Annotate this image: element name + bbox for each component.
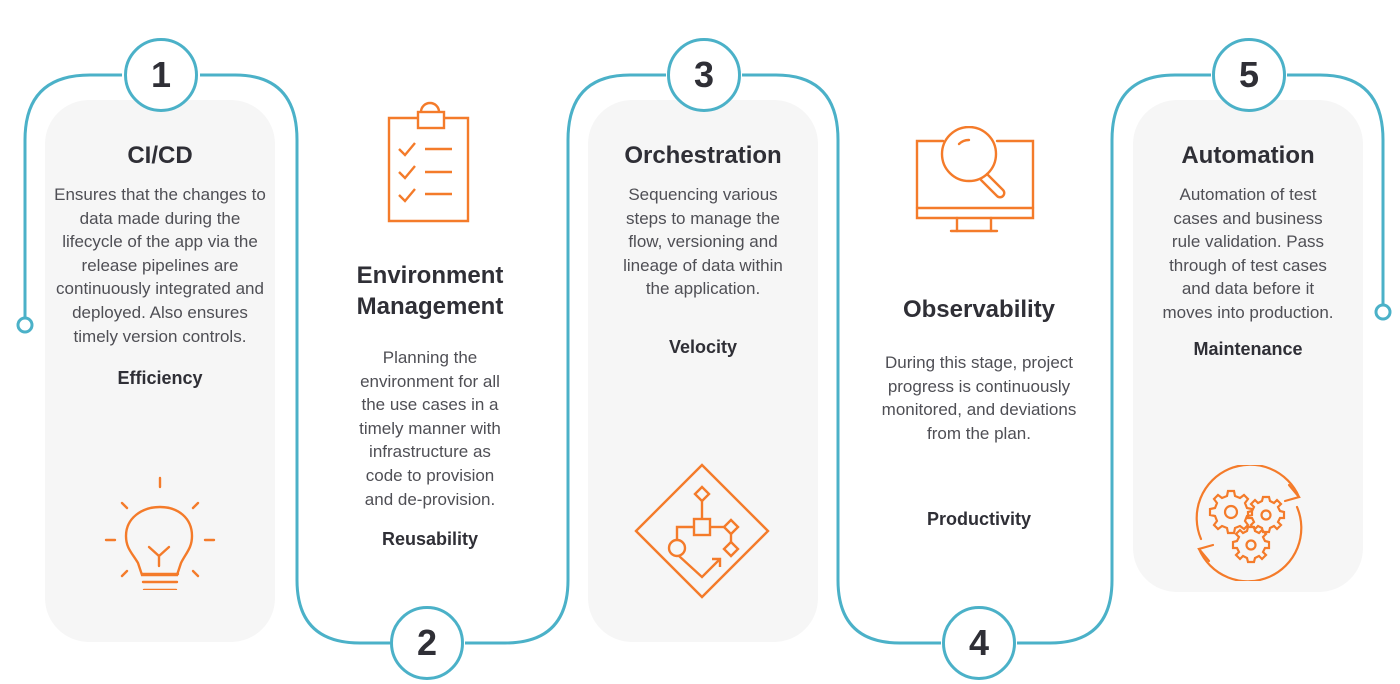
stage-1: CI/CD Ensures that the changes to data m… [45, 140, 275, 389]
gear-small-bottom [1231, 525, 1271, 564]
stage-3-title: Orchestration [624, 142, 782, 169]
gear-large [1208, 489, 1254, 535]
stage-1-number-badge: 1 [124, 38, 198, 112]
stage-4-title: Observability [902, 296, 1056, 323]
stage-5: Automation Automation of test cases and … [1133, 140, 1363, 360]
monitor-magnifier-icon [913, 126, 1037, 236]
stage-3-value: Velocity [668, 336, 738, 357]
stage-5-number-badge: 5 [1212, 38, 1286, 112]
stage-3-number-badge: 3 [667, 38, 741, 112]
connector-end-dot [1374, 303, 1392, 321]
stage-1-description: Ensures that the changes to data made du… [54, 185, 266, 346]
gears-cycle-icon [1191, 465, 1307, 581]
stage-2-number-badge: 2 [390, 606, 464, 680]
stage-1-title: CI/CD [127, 142, 193, 169]
stage-4-description: During this stage, project progress is c… [881, 353, 1077, 443]
stage-3-description: Sequencing various steps to manage the f… [623, 185, 783, 299]
stage-2-title: Environment Management [356, 262, 504, 320]
workflow-diagram-icon [634, 463, 770, 599]
connector-start-dot [16, 316, 34, 334]
stage-2-value: Reusability [381, 529, 479, 550]
stage-2: Environment Management Planning the envi… [310, 260, 550, 550]
stage-3: Orchestration Sequencing various steps t… [588, 140, 818, 358]
stage-1-value: Efficiency [117, 368, 203, 389]
stage-5-value: Maintenance [1193, 338, 1303, 359]
lightbulb-icon [102, 470, 218, 590]
stage-5-description: Automation of test cases and business ru… [1162, 185, 1334, 322]
stage-4-number-badge: 4 [942, 606, 1016, 680]
stage-5-title: Automation [1181, 142, 1315, 169]
stage-2-description: Planning the environment for all the use… [359, 348, 501, 509]
stage-4-value: Productivity [926, 509, 1032, 530]
stage-4: Observability During this stage, project… [857, 294, 1101, 530]
clipboard-checklist-icon [385, 97, 475, 223]
